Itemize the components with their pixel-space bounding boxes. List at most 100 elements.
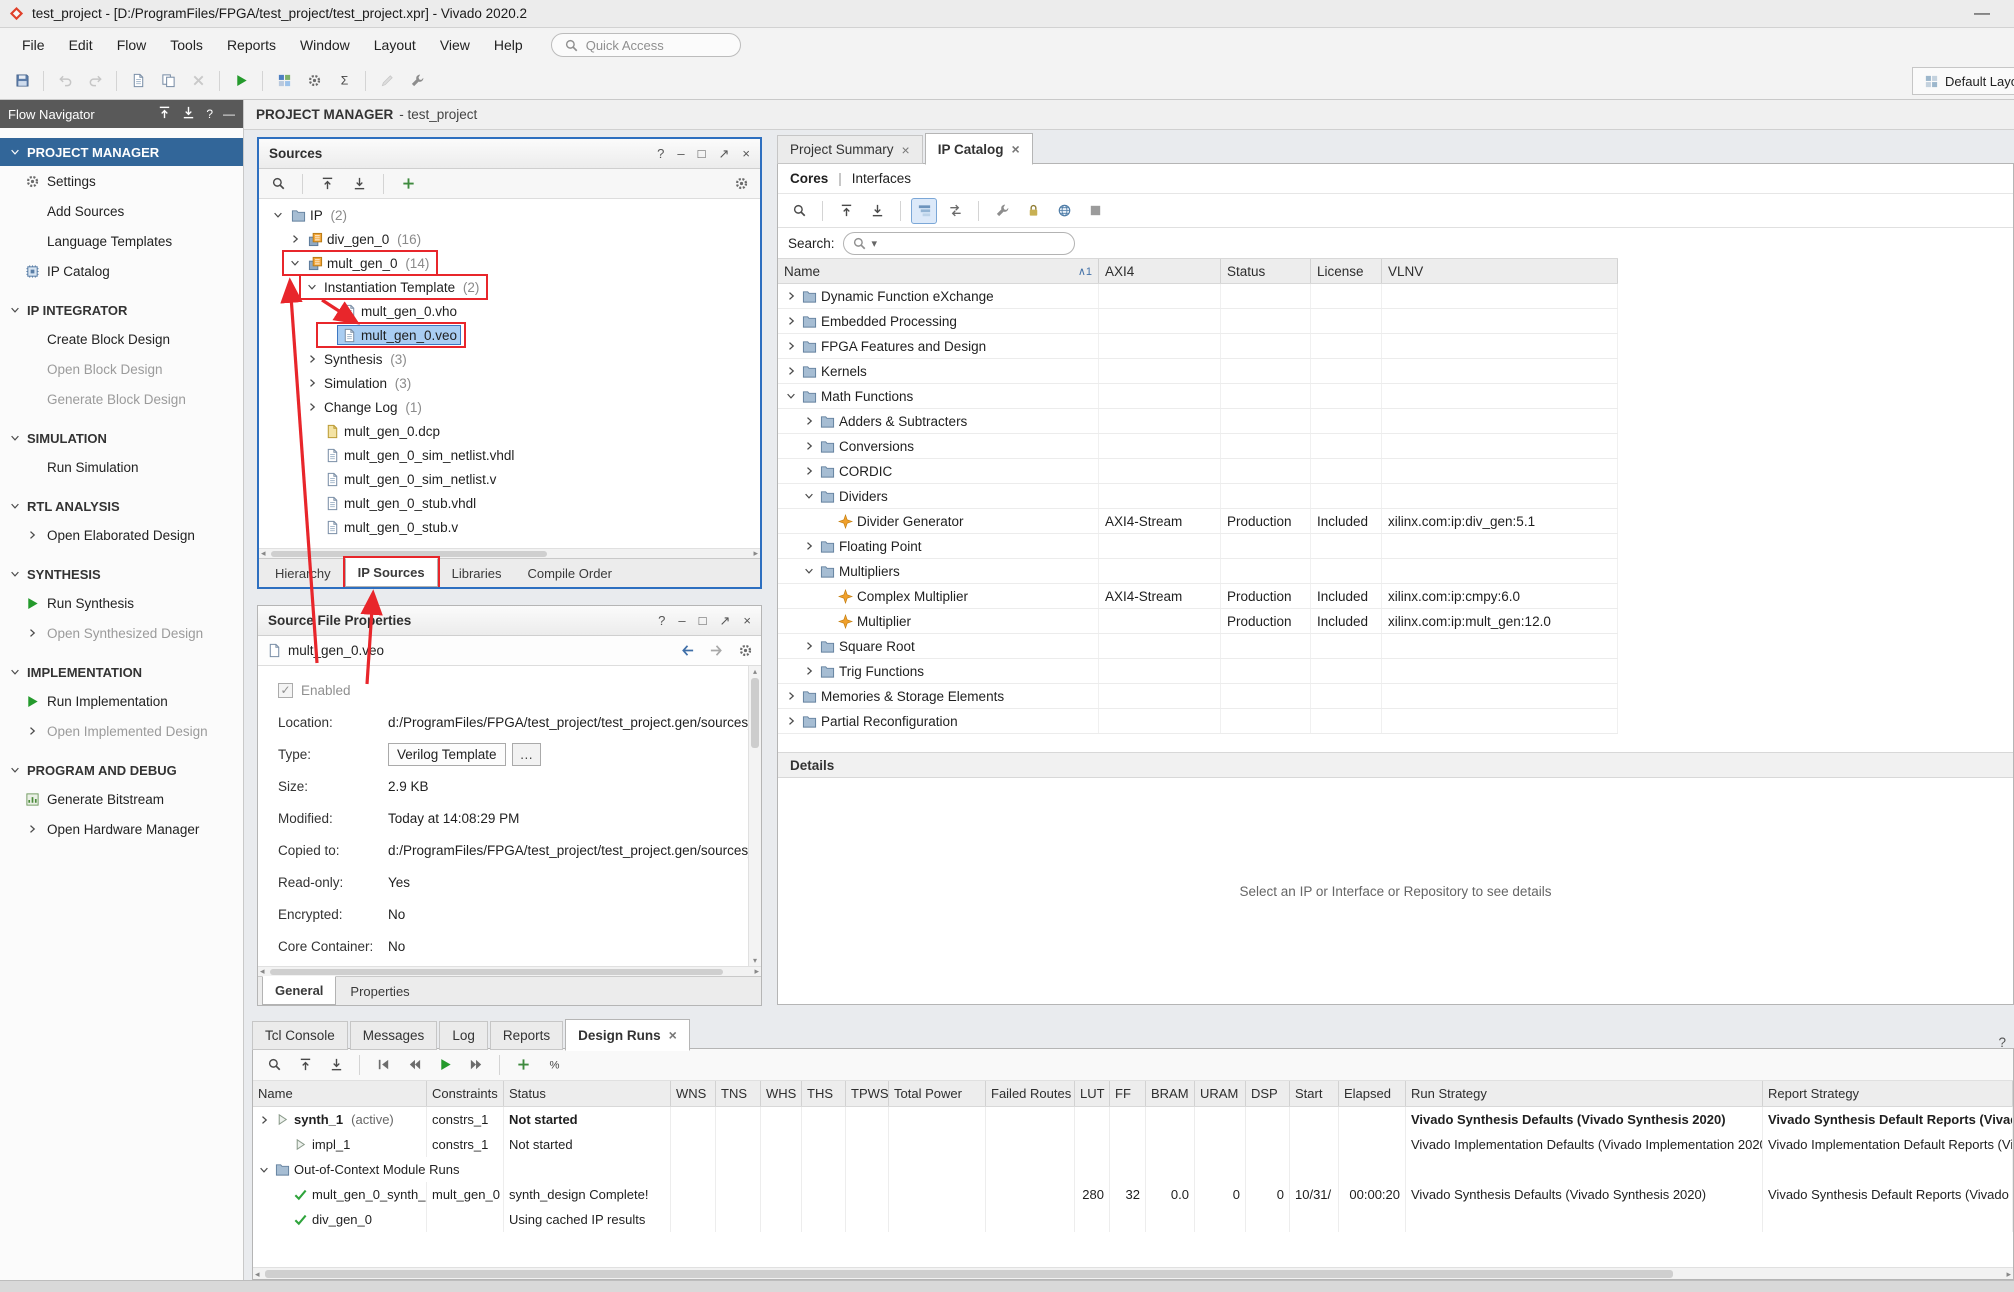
scroll-left-icon[interactable]: ◂ <box>261 548 266 559</box>
undo-button[interactable] <box>51 67 79 95</box>
interfaces-button[interactable] <box>942 198 968 224</box>
nav-item-open-implemented-design[interactable]: Open Implemented Design <box>0 716 243 746</box>
column-header-status[interactable]: Status <box>504 1081 671 1106</box>
tab-libraries[interactable]: Libraries <box>440 559 514 587</box>
nav-item-open-block-design[interactable]: Open Block Design <box>0 354 243 384</box>
column-header-license[interactable]: License <box>1311 259 1382 283</box>
maximize-icon[interactable]: ↗ <box>719 146 730 162</box>
scroll-right-icon[interactable]: ▸ <box>753 548 758 559</box>
scroll-down-icon[interactable]: ▾ <box>749 956 761 965</box>
scroll-right-icon[interactable]: ▸ <box>2006 1269 2011 1280</box>
catalog-row[interactable]: Partial Reconfiguration <box>778 709 1618 734</box>
grid-button[interactable] <box>270 67 298 95</box>
lock-button[interactable] <box>1020 198 1046 224</box>
minimize-icon[interactable]: – <box>678 613 685 628</box>
wrench-button[interactable] <box>989 198 1015 224</box>
search-button[interactable] <box>265 171 291 197</box>
nav-section-implementation[interactable]: IMPLEMENTATION <box>0 658 243 686</box>
tree-row[interactable]: mult_gen_0.dcp <box>259 419 760 443</box>
nav-section-ip-integrator[interactable]: IP INTEGRATOR <box>0 296 243 324</box>
catalog-row[interactable]: CORDIC <box>778 459 1618 484</box>
catalog-row[interactable]: Memories & Storage Elements <box>778 684 1618 709</box>
catalog-row[interactable]: Kernels <box>778 359 1618 384</box>
tab-project-summary[interactable]: Project Summary× <box>777 135 923 164</box>
search-button[interactable] <box>786 198 812 224</box>
catalog-row[interactable]: Multipliers <box>778 559 1618 584</box>
collapse-all-button[interactable] <box>833 198 859 224</box>
save-button[interactable] <box>8 67 36 95</box>
catalog-row[interactable]: Math Functions <box>778 384 1618 409</box>
column-header-constraints[interactable]: Constraints <box>427 1081 504 1106</box>
design-run-row[interactable]: impl_1constrs_1Not startedVivado Impleme… <box>253 1132 2013 1157</box>
close-icon[interactable]: × <box>669 1027 677 1043</box>
tree-row[interactable]: mult_gen_0 (14) <box>259 251 760 275</box>
column-header-bram[interactable]: BRAM <box>1146 1081 1195 1106</box>
type-dropdown[interactable]: Verilog Template <box>388 743 506 766</box>
menu-reports[interactable]: Reports <box>215 32 288 58</box>
column-header-vlnv[interactable]: VLNV <box>1382 259 1618 283</box>
column-header-name[interactable]: Name <box>253 1081 427 1106</box>
tab-log[interactable]: Log <box>439 1021 488 1050</box>
scroll-left-icon[interactable]: ◂ <box>255 1269 260 1280</box>
catalog-row[interactable]: Dividers <box>778 484 1618 509</box>
catalog-row[interactable]: MultiplierProductionIncludedxilinx.com:i… <box>778 609 1618 634</box>
tree-row[interactable]: mult_gen_0_sim_netlist.v <box>259 467 760 491</box>
nav-item-open-elaborated-design[interactable]: Open Elaborated Design <box>0 520 243 550</box>
tree-row[interactable]: Change Log (1) <box>259 395 760 419</box>
scroll-up-icon[interactable]: ▴ <box>749 667 761 676</box>
nav-section-rtl-analysis[interactable]: RTL ANALYSIS <box>0 492 243 520</box>
column-header-ths[interactable]: THS <box>802 1081 846 1106</box>
close-icon[interactable]: × <box>1012 141 1020 157</box>
column-header-start[interactable]: Start <box>1290 1081 1339 1106</box>
nav-item-settings[interactable]: Settings <box>0 166 243 196</box>
help-icon[interactable]: ? <box>658 613 665 628</box>
nav-item-generate-bitstream[interactable]: Generate Bitstream <box>0 784 243 814</box>
cores-view-link[interactable]: Cores <box>790 171 828 186</box>
collapse-all-button[interactable] <box>314 171 340 197</box>
menu-layout[interactable]: Layout <box>362 32 428 58</box>
tree-row[interactable]: mult_gen_0_stub.v <box>259 515 760 539</box>
globe-button[interactable] <box>1051 198 1077 224</box>
design-run-row[interactable]: Out-of-Context Module Runs <box>253 1157 2013 1182</box>
catalog-row[interactable]: Conversions <box>778 434 1618 459</box>
column-header-axi4[interactable]: AXI4 <box>1099 259 1221 283</box>
close-icon[interactable]: × <box>902 142 910 158</box>
interfaces-view-link[interactable]: Interfaces <box>852 171 911 186</box>
fast-forward-button[interactable] <box>463 1052 489 1078</box>
sigma-button[interactable]: Σ <box>330 67 358 95</box>
nav-item-open-hardware-manager[interactable]: Open Hardware Manager <box>0 814 243 844</box>
tree-row[interactable]: Synthesis (3) <box>259 347 760 371</box>
minimize-icon[interactable]: — <box>223 107 235 121</box>
close-icon[interactable]: × <box>742 146 750 161</box>
plus-button[interactable] <box>395 171 421 197</box>
taxonomy-button[interactable] <box>911 198 937 224</box>
design-run-row[interactable]: div_gen_0Using cached IP results <box>253 1207 2013 1232</box>
scrollbar-thumb[interactable] <box>270 969 723 975</box>
minimize-icon[interactable]: – <box>677 146 684 161</box>
menu-view[interactable]: View <box>428 32 482 58</box>
catalog-row[interactable]: Trig Functions <box>778 659 1618 684</box>
nav-item-add-sources[interactable]: Add Sources <box>0 196 243 226</box>
nav-item-run-simulation[interactable]: Run Simulation <box>0 452 243 482</box>
nav-section-project-manager[interactable]: PROJECT MANAGER <box>0 138 243 166</box>
menu-window[interactable]: Window <box>288 32 362 58</box>
horizontal-scrollbar[interactable]: ▸◂ <box>258 966 761 976</box>
tab-compile-order[interactable]: Compile Order <box>515 559 624 587</box>
column-header-tpws[interactable]: TPWS <box>846 1081 889 1106</box>
expand-all-button[interactable] <box>864 198 890 224</box>
nav-section-synthesis[interactable]: SYNTHESIS <box>0 560 243 588</box>
horizontal-scrollbar[interactable]: ▸◂ <box>253 1267 2013 1279</box>
scrollbar-thumb[interactable] <box>265 1270 1673 1278</box>
nav-item-run-synthesis[interactable]: Run Synthesis <box>0 588 243 618</box>
window-minimize-button[interactable]: — <box>1958 5 2006 23</box>
scrollbar-thumb[interactable] <box>751 678 759 748</box>
tab-properties[interactable]: Properties <box>338 977 421 1005</box>
copy-button[interactable] <box>154 67 182 95</box>
gear-button[interactable] <box>300 67 328 95</box>
nav-item-open-synthesized-design[interactable]: Open Synthesized Design <box>0 618 243 648</box>
column-header-whs[interactable]: WHS <box>761 1081 802 1106</box>
column-header-dsp[interactable]: DSP <box>1246 1081 1290 1106</box>
scroll-right-icon[interactable]: ▸ <box>754 966 759 977</box>
help-icon[interactable]: ? <box>657 146 664 161</box>
column-header-elapsed[interactable]: Elapsed <box>1339 1081 1406 1106</box>
